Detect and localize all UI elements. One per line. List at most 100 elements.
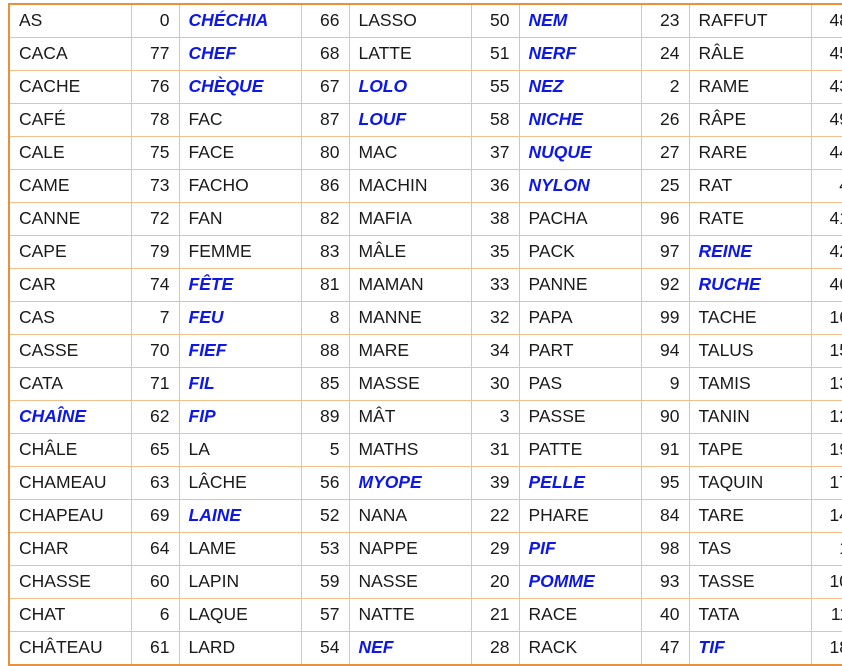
word-cell: PART [518,334,642,368]
word-cell-highlighted: FEU [178,301,302,335]
number-cell: 60 [130,565,180,599]
number-cell: 78 [130,103,180,137]
number-cell: 41 [810,202,842,236]
table-row: CATA71FIL85MASSE30PAS9TAMIS13 [8,367,842,401]
number-cell: 87 [300,103,350,137]
table-row: CACHE76CHÈQUE67LOLO55NEZ2RAME43 [8,70,842,104]
number-cell: 76 [130,70,180,104]
number-cell: 55 [470,70,520,104]
number-cell: 74 [130,268,180,302]
number-cell: 64 [130,532,180,566]
number-cell: 66 [300,3,350,38]
word-cell: PACK [518,235,642,269]
number-cell: 59 [300,565,350,599]
word-cell-highlighted: NERF [518,37,642,71]
word-cell-highlighted: PELLE [518,466,642,500]
word-cell: FACHO [178,169,302,203]
number-cell: 98 [640,532,690,566]
word-cell-highlighted: CHÉCHIA [178,3,302,38]
word-cell: CASSE [8,334,132,368]
table-row: CHAR64LAME53NAPPE29PIF98TAS1 [8,532,842,566]
word-cell: CAFÉ [8,103,132,137]
number-cell: 29 [470,532,520,566]
number-cell: 99 [640,301,690,335]
number-cell: 31 [470,433,520,467]
number-cell: 96 [640,202,690,236]
number-cell: 75 [130,136,180,170]
number-cell: 91 [640,433,690,467]
number-cell: 92 [640,268,690,302]
word-cell: TANIN [688,400,812,434]
word-cell: CHASSE [8,565,132,599]
word-cell: CHAR [8,532,132,566]
table-row: CHÂTEAU61LARD54NEF28RACK47TIF18 [8,631,842,666]
number-cell: 54 [300,631,350,666]
table-row: CAFÉ78FAC87LOUF58NICHE26RÂPE49 [8,103,842,137]
number-cell: 30 [470,367,520,401]
number-cell: 34 [470,334,520,368]
number-cell: 9 [640,367,690,401]
word-cell: LA [178,433,302,467]
number-cell: 77 [130,37,180,71]
word-cell: MASSE [348,367,472,401]
number-cell: 83 [300,235,350,269]
number-cell: 15 [810,334,842,368]
number-cell: 49 [810,103,842,137]
number-cell: 86 [300,169,350,203]
number-cell: 67 [300,70,350,104]
word-cell: PAPA [518,301,642,335]
number-cell: 94 [640,334,690,368]
number-cell: 37 [470,136,520,170]
word-cell: TARE [688,499,812,533]
word-cell: RÂPE [688,103,812,137]
word-cell-highlighted: FÊTE [178,268,302,302]
word-cell: TAS [688,532,812,566]
number-cell: 48 [810,3,842,38]
table-row: CHAT6LAQUE57NATTE21RACE40TATA11 [8,598,842,632]
table-row: CAR74FÊTE81MAMAN33PANNE92RUCHE46 [8,268,842,302]
mnemonic-word-number-table-container: AS0CHÉCHIA66LASSO50NEM23RAFFUT48CACA77CH… [8,3,842,666]
word-cell: MACHIN [348,169,472,203]
word-cell: PHARE [518,499,642,533]
word-cell: FAN [178,202,302,236]
word-cell-highlighted: POMME [518,565,642,599]
word-cell-highlighted: LOLO [348,70,472,104]
word-cell: LARD [178,631,302,666]
word-cell: PACHA [518,202,642,236]
word-cell: CHAT [8,598,132,632]
number-cell: 40 [640,598,690,632]
word-cell: FEMME [178,235,302,269]
number-cell: 85 [300,367,350,401]
word-cell-highlighted: NEM [518,3,642,38]
word-cell-highlighted: REINE [688,235,812,269]
table-row: CALE75FACE80MAC37NUQUE27RARE44 [8,136,842,170]
table-row: CAS7FEU8MANNE32PAPA99TACHE16 [8,301,842,335]
number-cell: 7 [130,301,180,335]
word-cell: CAME [8,169,132,203]
number-cell: 68 [300,37,350,71]
table-row: CACA77CHEF68LATTE51NERF24RÂLE45 [8,37,842,71]
word-cell-highlighted: CHÈQUE [178,70,302,104]
word-cell-highlighted: MYOPE [348,466,472,500]
word-cell-highlighted: FIEF [178,334,302,368]
table-row: CHAPEAU69LAINE52NANA22PHARE84TARE14 [8,499,842,533]
word-cell-highlighted: NYLON [518,169,642,203]
word-cell-highlighted: NEF [348,631,472,666]
number-cell: 88 [300,334,350,368]
word-cell: FACE [178,136,302,170]
word-cell: CHÂTEAU [8,631,132,666]
number-cell: 56 [300,466,350,500]
word-cell: MAMAN [348,268,472,302]
word-cell: RAFFUT [688,3,812,38]
word-cell-highlighted: NEZ [518,70,642,104]
table-row: CASSE70FIEF88MARE34PART94TALUS15 [8,334,842,368]
word-cell: CHAMEAU [8,466,132,500]
number-cell: 79 [130,235,180,269]
table-row: AS0CHÉCHIA66LASSO50NEM23RAFFUT48 [8,3,842,38]
word-cell: MANNE [348,301,472,335]
word-cell: LÂCHE [178,466,302,500]
number-cell: 14 [810,499,842,533]
number-cell: 52 [300,499,350,533]
number-cell: 28 [470,631,520,666]
word-cell: TACHE [688,301,812,335]
